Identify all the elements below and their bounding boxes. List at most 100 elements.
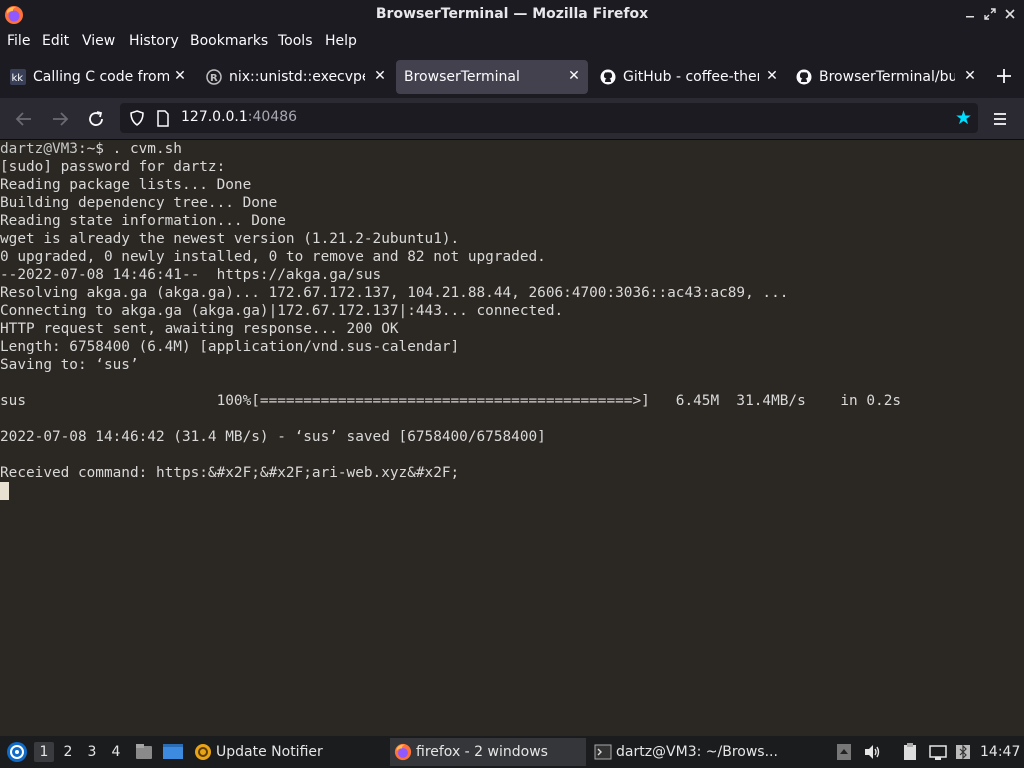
workspace-1[interactable]: 1 bbox=[34, 742, 54, 762]
workspace-3[interactable]: 3 bbox=[82, 742, 102, 762]
menu-bookmarks[interactable]: Bookmarks bbox=[190, 33, 268, 49]
tab-github-coffee-theme[interactable]: GitHub - coffee-them ✕ bbox=[592, 60, 786, 94]
tab-label: GitHub - coffee-them bbox=[623, 69, 759, 85]
tab-close-icon[interactable]: ✕ bbox=[962, 68, 978, 84]
workspace-2[interactable]: 2 bbox=[58, 742, 78, 762]
terminal-line: [sudo] password for dartz: bbox=[0, 159, 226, 175]
bluetooth-icon bbox=[956, 744, 970, 760]
tab-close-icon[interactable]: ✕ bbox=[372, 68, 388, 84]
bookmark-star-icon[interactable]: ★ bbox=[955, 108, 972, 128]
plus-icon bbox=[997, 69, 1011, 83]
notification-button[interactable] bbox=[954, 742, 974, 762]
close-window-button[interactable] bbox=[1002, 6, 1018, 22]
terminal-output: dartz@VM3:~$ . cvm.sh [sudo] password for… bbox=[0, 140, 1024, 500]
clipboard-button[interactable] bbox=[900, 742, 920, 762]
restore-icon bbox=[984, 8, 996, 20]
task-label: Update Notifier bbox=[216, 744, 323, 760]
svg-text:R: R bbox=[210, 73, 218, 84]
window-titlebar: BrowserTerminal — Mozilla Firefox bbox=[0, 0, 1024, 30]
task-firefox[interactable]: firefox - 2 windows bbox=[390, 738, 586, 766]
page-info-icon[interactable] bbox=[156, 110, 170, 127]
task-label: firefox - 2 windows bbox=[416, 744, 548, 760]
prompt-command: :~$ . cvm.sh bbox=[77, 141, 182, 157]
rust-favicon-icon: R bbox=[206, 69, 222, 85]
hamburger-menu-icon bbox=[994, 113, 1006, 125]
menu-edit[interactable]: Edit bbox=[42, 33, 69, 49]
terminal-line: Connecting to akga.ga (akga.ga)|172.67.1… bbox=[0, 303, 564, 319]
terminal-line: 2022-07-08 14:46:42 (31.4 MB/s) - ‘sus’ … bbox=[0, 429, 546, 445]
url-bar[interactable]: 127.0.0.1:40486 ★ bbox=[120, 103, 978, 133]
terminal-line: 0 upgraded, 0 newly installed, 0 to remo… bbox=[0, 249, 546, 265]
url-port: :40486 bbox=[247, 109, 298, 125]
new-tab-button[interactable] bbox=[992, 64, 1016, 88]
arrow-left-icon bbox=[15, 112, 31, 126]
workspace-4[interactable]: 4 bbox=[106, 742, 126, 762]
tab-label: Calling C code from e bbox=[33, 69, 169, 85]
menu-view[interactable]: View bbox=[82, 33, 115, 49]
terminal-line: --2022-07-08 14:46:41-- https://akga.ga/… bbox=[0, 267, 382, 283]
tab-browserterminal[interactable]: BrowserTerminal ✕ bbox=[396, 60, 588, 94]
terminal-line: Saving to: ‘sus’ bbox=[0, 357, 139, 373]
back-button[interactable] bbox=[12, 107, 36, 131]
tab-close-icon[interactable]: ✕ bbox=[172, 68, 188, 84]
scroll-up-icon bbox=[837, 744, 851, 760]
minimize-icon bbox=[966, 16, 974, 18]
tab-browserterminal-build[interactable]: BrowserTerminal/buil ✕ bbox=[788, 60, 984, 94]
clock[interactable]: 14:47 bbox=[980, 736, 1020, 768]
network-icon bbox=[929, 745, 947, 760]
file-manager-launcher[interactable] bbox=[134, 742, 154, 762]
forward-button[interactable] bbox=[48, 107, 72, 131]
menu-help[interactable]: Help bbox=[325, 33, 357, 49]
tab-label: nix::unistd::execvpe bbox=[229, 69, 365, 85]
firefox-logo-icon bbox=[394, 743, 412, 761]
lubuntu-logo-icon bbox=[7, 742, 27, 762]
task-terminal[interactable]: dartz@VM3: ~/Brows... bbox=[590, 738, 810, 766]
terminal-cursor-line bbox=[0, 482, 1024, 500]
kk-favicon-icon: kk bbox=[10, 69, 26, 85]
url-text: 127.0.0.1:40486 bbox=[181, 109, 297, 125]
tab-label: BrowserTerminal/buil bbox=[819, 69, 955, 85]
tab-label: BrowserTerminal bbox=[404, 69, 520, 85]
terminal-line: Reading state information... Done bbox=[0, 213, 286, 229]
url-host: 127.0.0.1 bbox=[181, 109, 248, 125]
terminal-line: Building dependency tree... Done bbox=[0, 195, 278, 211]
folder-icon bbox=[136, 744, 152, 759]
tab-nix-unistd[interactable]: R nix::unistd::execvpe ✕ bbox=[198, 60, 394, 94]
terminal-line: Length: 6758400 (6.4M) [application/vnd.… bbox=[0, 339, 460, 355]
svg-text:kk: kk bbox=[12, 73, 24, 84]
network-button[interactable] bbox=[928, 742, 948, 762]
task-label: dartz@VM3: ~/Brows... bbox=[616, 744, 778, 760]
reload-icon bbox=[89, 111, 103, 126]
restore-button[interactable] bbox=[982, 6, 998, 22]
show-desktop-button[interactable] bbox=[162, 742, 184, 762]
terminal-line: Resolving akga.ga (akga.ga)... 172.67.17… bbox=[0, 285, 789, 301]
clipboard-icon bbox=[904, 743, 916, 760]
github-favicon-icon bbox=[600, 69, 616, 85]
menu-tools[interactable]: Tools bbox=[278, 33, 313, 49]
tracking-protection-shield-icon[interactable] bbox=[128, 109, 146, 127]
menu-file[interactable]: File bbox=[7, 33, 30, 49]
github-favicon-icon bbox=[796, 69, 812, 85]
terminal-prompt-line: dartz@VM3:~$ . cvm.sh bbox=[0, 140, 1024, 158]
tab-calling-c-code[interactable]: kk Calling C code from e ✕ bbox=[2, 60, 194, 94]
task-update-notifier[interactable]: Update Notifier bbox=[190, 738, 380, 766]
menu-history[interactable]: History bbox=[129, 33, 179, 49]
tray-scroll-button[interactable] bbox=[834, 742, 854, 762]
minimize-button[interactable] bbox=[962, 6, 978, 22]
prompt-user: dartz@VM3 bbox=[0, 141, 78, 157]
reload-button[interactable] bbox=[84, 107, 108, 131]
desktop-taskbar: 1 2 3 4 Update Notifier firefox - 2 wind… bbox=[0, 736, 1024, 768]
volume-button[interactable] bbox=[862, 742, 882, 762]
app-menu-button[interactable] bbox=[988, 107, 1012, 131]
terminal-icon bbox=[594, 744, 612, 760]
application-menu-button[interactable] bbox=[5, 740, 29, 764]
tab-close-icon[interactable]: ✕ bbox=[764, 68, 780, 84]
navigation-toolbar: 127.0.0.1:40486 ★ bbox=[0, 98, 1024, 140]
terminal-view[interactable]: dartz@VM3:~$ . cvm.sh [sudo] password for… bbox=[0, 140, 1024, 736]
tab-close-icon[interactable]: ✕ bbox=[566, 68, 582, 84]
desktop-icon bbox=[163, 744, 183, 759]
terminal-line: HTTP request sent, awaiting response... … bbox=[0, 321, 399, 337]
